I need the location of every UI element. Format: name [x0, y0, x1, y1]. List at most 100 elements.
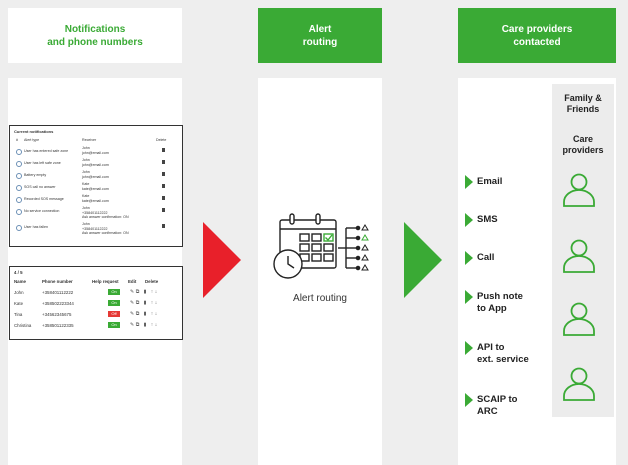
receiver: Kate kate@email.com [82, 182, 109, 191]
notifications-title-line2: and phone numbers [47, 36, 143, 48]
channel-2: Call [465, 251, 495, 265]
row-action-icons[interactable]: ✎⧉ ▮ ↑↓ [130, 322, 159, 328]
notification-row: Battery empty John john@email.com [10, 170, 182, 181]
triangle-icon [465, 213, 473, 227]
channel-label-line2: ARC [477, 406, 498, 417]
header-phone: Phone number [42, 279, 73, 284]
header-edit: Edit [128, 279, 137, 284]
person-icon [563, 173, 595, 207]
alert-type: User has entered safe zone [24, 149, 69, 153]
care-providers-label: Care providers [562, 134, 604, 155]
phone-row: Christina +358501122335 On ✎⧉ ▮ ↑↓ [10, 321, 182, 330]
header-name: Name [14, 279, 26, 284]
providers-header: Care providers contacted [458, 8, 616, 63]
header-receiver: Receiver [82, 138, 97, 142]
header-alert-type: Alert type [24, 138, 40, 142]
providers-title-line1: Care providers [501, 23, 573, 35]
trash-icon[interactable] [162, 160, 165, 164]
person-icon [563, 367, 595, 401]
help-request-toggle[interactable]: Off [108, 311, 120, 317]
notifications-header: Notifications and phone numbers [8, 8, 182, 63]
alert-type: Recorded SOS message [24, 197, 64, 201]
notification-row: User has fallen John +358401112222 Ask an… [10, 222, 182, 236]
channel-label-line1: Email [477, 176, 503, 187]
receiver: John +358401112222 Ask answer confirmati… [82, 206, 129, 220]
header-help-request: Help request [92, 279, 119, 284]
row-action-icons[interactable]: ✎⧉ ▮ ↑↓ [130, 289, 159, 295]
contact-name: Christina [14, 323, 32, 328]
phone-row: Tina +34562345675 Off ✎⧉ ▮ ↑↓ [10, 310, 182, 319]
alert-type-icon [16, 197, 22, 203]
receiver: Kate kate@email.com [82, 194, 109, 203]
phone-row: John +358401112222 On ✎⧉ ▮ ↑↓ [10, 288, 182, 297]
channel-label-line2: to App [477, 303, 507, 314]
contact-name: John [14, 290, 24, 295]
routing-caption: Alert routing [293, 293, 347, 304]
trash-icon[interactable] [162, 172, 165, 176]
alert-type-icon [16, 149, 22, 155]
contact-phone: +358501122335 [42, 323, 74, 328]
row-action-icons[interactable]: ✎⧉ ▮ ↑↓ [130, 300, 159, 306]
receiver: John john@email.com [82, 146, 109, 155]
row-action-icons[interactable]: ✎⧉ ▮ ↑↓ [130, 311, 159, 317]
help-request-toggle[interactable]: On [108, 322, 120, 328]
trash-icon[interactable] [162, 196, 165, 200]
contact-name: Kate [14, 301, 24, 306]
alert-type: SOS call no answer [24, 185, 56, 189]
contact-phone: +34562345675 [42, 312, 72, 317]
notification-row: No service connection John +358401112222 … [10, 206, 182, 220]
alert-type: Battery empty [24, 173, 47, 177]
trash-icon[interactable] [162, 208, 165, 212]
header-delete: Delete [156, 138, 167, 142]
routing-title-line1: Alert [308, 23, 332, 35]
triangle-icon [465, 251, 473, 265]
triangle-icon [465, 290, 473, 304]
receiver: John +358401112222 Ask answer confirmati… [82, 222, 129, 236]
alert-type: User has fallen [24, 225, 48, 229]
channel-label-line1: SMS [477, 214, 498, 225]
notification-row: Recorded SOS message Kate kate@email.com [10, 194, 182, 205]
triangle-icon [465, 393, 473, 407]
notifications-title-line1: Notifications [64, 23, 126, 35]
help-request-toggle[interactable]: On [108, 289, 120, 295]
help-request-toggle[interactable]: On [108, 300, 120, 306]
channel-0: Email [465, 175, 503, 189]
routing-header: Alert routing [258, 8, 382, 63]
person-icon [563, 239, 595, 273]
current-notifications-title: Current notifications [14, 129, 54, 134]
alert-type: User has left safe zone [24, 161, 61, 165]
trash-icon[interactable] [162, 148, 165, 152]
notification-row: User has left safe zone John john@email.c… [10, 158, 182, 169]
channel-label-line2: ext. service [477, 354, 529, 365]
header-delete-phone: Delete [145, 279, 159, 284]
notification-row: User has entered safe zone John john@emai… [10, 146, 182, 157]
contact-phone: +358401112222 [42, 290, 74, 295]
alert-type: No service connection [24, 209, 60, 213]
trash-icon[interactable] [162, 184, 165, 188]
contact-phone: +358502223344 [42, 301, 74, 306]
notifications-table-header: # Alert type Receiver Delete [16, 138, 167, 142]
phone-numbers-panel: 4 / 5 Name Phone number Help request Edi… [9, 266, 183, 340]
contact-name: Tina [14, 312, 23, 317]
channel-1: SMS [465, 213, 498, 227]
receiver: John john@email.com [82, 158, 109, 167]
phone-row: Kate +358502223344 On ✎⧉ ▮ ↑↓ [10, 299, 182, 308]
alert-type-icon [16, 209, 22, 215]
channel-5: SCAIP to ARC [465, 393, 518, 418]
arrow-green [404, 222, 442, 298]
family-friends-label: Family & Friends [564, 93, 602, 114]
trash-icon[interactable] [162, 224, 165, 228]
alert-type-icon [16, 185, 22, 191]
channel-label-line1: SCAIP to [477, 394, 518, 405]
arrow-red [203, 222, 241, 298]
alert-type-icon [16, 225, 22, 231]
channel-3: Push note to App [465, 290, 523, 315]
receiver: John john@email.com [82, 170, 109, 179]
calendar-routing-icon [273, 213, 369, 279]
routing-title-line2: routing [302, 36, 338, 48]
providers-title-line2: contacted [513, 36, 561, 48]
notification-row: SOS call no answer Kate kate@email.com [10, 182, 182, 193]
channel-label-line1: Call [477, 252, 495, 263]
channel-label-line1: Push note [477, 291, 523, 302]
channel-label-line1: API to [477, 342, 505, 353]
